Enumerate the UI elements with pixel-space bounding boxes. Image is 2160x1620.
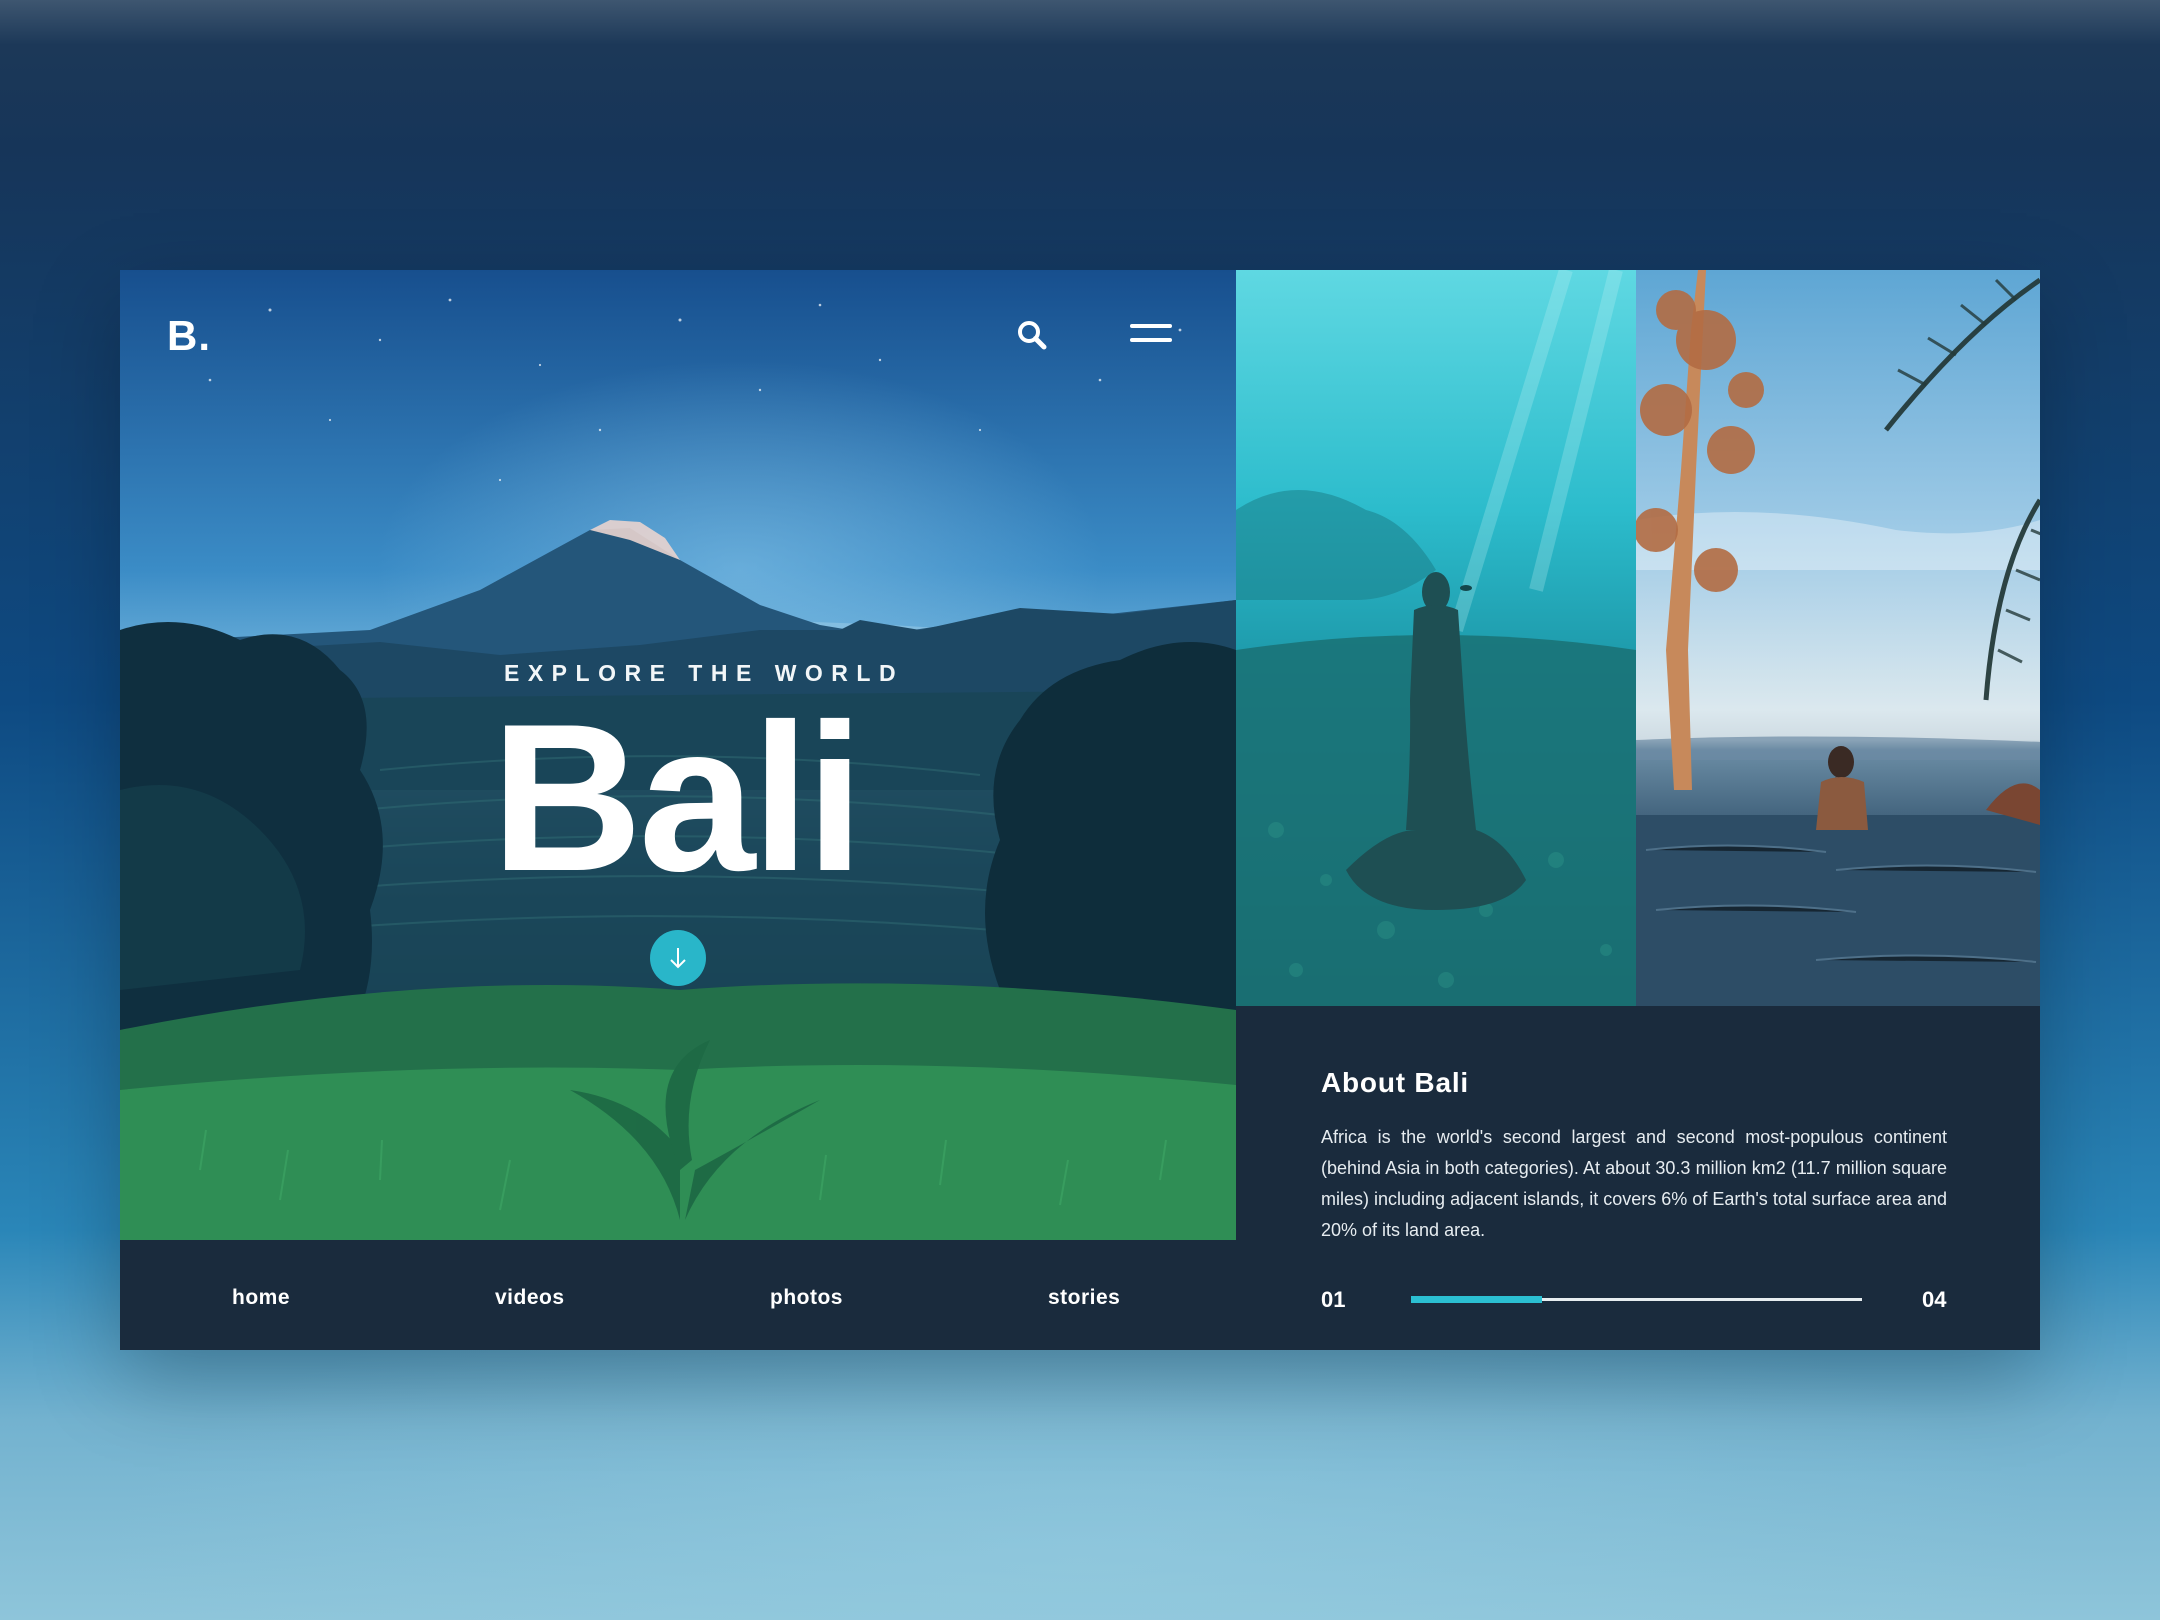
slide-progress-bar[interactable] [1411, 1296, 1862, 1303]
arrow-down-icon [670, 948, 686, 969]
about-title: About Bali [1321, 1067, 1469, 1098]
slide-progress-fill [1411, 1296, 1542, 1303]
infinity-pool-photo[interactable] [1636, 270, 2040, 1006]
pool-scene [1636, 270, 2040, 1006]
search-icon [1018, 321, 1047, 350]
nav-item-videos[interactable]: videos [495, 1286, 565, 1310]
slide-current-number: 01 [1321, 1287, 1346, 1312]
nav-item-home[interactable]: home [232, 1286, 290, 1310]
hero-title: Bali [491, 680, 864, 915]
brand-logo[interactable]: B. [167, 312, 211, 360]
hamburger-menu-icon[interactable] [1130, 324, 1172, 348]
scroll-down-button[interactable] [650, 930, 706, 986]
menu-line [1130, 324, 1172, 328]
search-button[interactable] [1015, 318, 1051, 354]
main-card: B. EXPLORE THE WORLD Bali home videos ph… [120, 270, 2040, 1350]
underwater-scene [1236, 270, 1636, 1006]
hero-section: B. EXPLORE THE WORLD Bali [120, 270, 1236, 1240]
underwater-statue-photo[interactable] [1236, 270, 1636, 1006]
nav-item-photos[interactable]: photos [770, 1286, 843, 1310]
about-description: Africa is the world's second largest and… [1321, 1127, 1947, 1240]
slide-total-number: 04 [1922, 1287, 1947, 1312]
menu-line [1130, 338, 1172, 342]
nav-item-stories[interactable]: stories [1048, 1286, 1120, 1310]
